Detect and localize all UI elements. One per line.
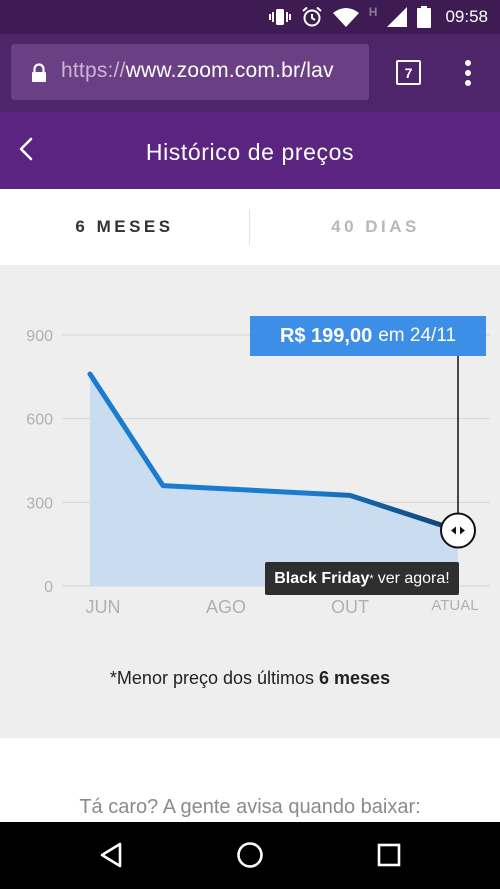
tab-6-meses[interactable]: 6 MESES bbox=[0, 189, 249, 265]
recents-square-icon[interactable] bbox=[374, 840, 404, 870]
url-text: https://www.zoom.com.br/lav bbox=[61, 59, 334, 83]
url-fade bbox=[339, 44, 369, 100]
area-fill bbox=[90, 374, 458, 586]
badge-star: * bbox=[369, 572, 374, 585]
tooltip-price: R$ 199,00 bbox=[279, 324, 373, 347]
status-time: 09:58 bbox=[445, 7, 488, 26]
lowest-price-note: *Menor preço dos últimos 6 meses bbox=[0, 668, 500, 689]
network-type-icon: H bbox=[368, 5, 378, 19]
battery-icon bbox=[417, 6, 432, 28]
browser-toolbar: https://www.zoom.com.br/lav 7 bbox=[0, 34, 500, 112]
badge-cta: ver agora! bbox=[377, 569, 450, 587]
x-tick-label: ATUAL bbox=[431, 597, 478, 614]
x-tick-label: JUN bbox=[86, 597, 121, 617]
price-alert-section: Tá caro? A gente avisa quando baixar: bbox=[0, 738, 500, 822]
tab-switcher-button[interactable]: 7 bbox=[396, 60, 421, 85]
back-triangle-icon[interactable] bbox=[97, 840, 127, 870]
home-circle-icon[interactable] bbox=[235, 840, 265, 870]
price-chart-panel: 0 300 600 900 JUN AGO OUT ATUAL R$ 199,00 em 24… bbox=[0, 265, 500, 738]
page-title: Histórico de preços bbox=[145, 139, 355, 165]
tooltip-date: em 24/11 bbox=[378, 325, 457, 346]
alarm-icon bbox=[301, 6, 323, 28]
price-alert-text: Tá caro? A gente avisa quando baixar: bbox=[79, 796, 421, 818]
lock-icon bbox=[31, 63, 47, 88]
y-tick-label: 300 bbox=[26, 495, 53, 512]
signal-icon bbox=[387, 7, 408, 27]
black-friday-badge[interactable]: Black Friday * ver agora! bbox=[265, 562, 459, 595]
status-icons: H 09:58 bbox=[268, 0, 488, 34]
wifi-icon bbox=[332, 7, 359, 27]
y-tick-label: 900 bbox=[26, 328, 53, 345]
x-tick-label: AGO bbox=[206, 597, 246, 617]
cursor-handle bbox=[440, 512, 476, 549]
y-tick-label: 0 bbox=[44, 579, 53, 596]
badge-title: Black Friday bbox=[274, 569, 370, 587]
url-bar[interactable]: https://www.zoom.com.br/lav bbox=[11, 44, 369, 100]
tab-40-dias[interactable]: 40 DIAS bbox=[251, 189, 500, 265]
status-bar: H 09:58 bbox=[0, 0, 500, 34]
more-vert-icon[interactable] bbox=[460, 59, 476, 87]
url-host: www.zoom.com.br/lav bbox=[125, 59, 334, 82]
url-scheme: https:// bbox=[61, 59, 126, 82]
y-tick-label: 600 bbox=[26, 412, 53, 429]
app-header: Histórico de preços bbox=[0, 112, 500, 189]
system-nav-bar bbox=[0, 822, 500, 889]
tab-divider bbox=[249, 209, 250, 245]
price-tooltip: R$ 199,00 em 24/11 bbox=[250, 316, 486, 356]
period-tabs: 6 MESES 40 DIAS bbox=[0, 189, 500, 265]
x-tick-label: OUT bbox=[331, 597, 369, 617]
note-prefix: *Menor preço dos últimos bbox=[109, 668, 320, 688]
note-period: 6 meses bbox=[319, 668, 391, 688]
vibrate-icon bbox=[268, 7, 291, 27]
